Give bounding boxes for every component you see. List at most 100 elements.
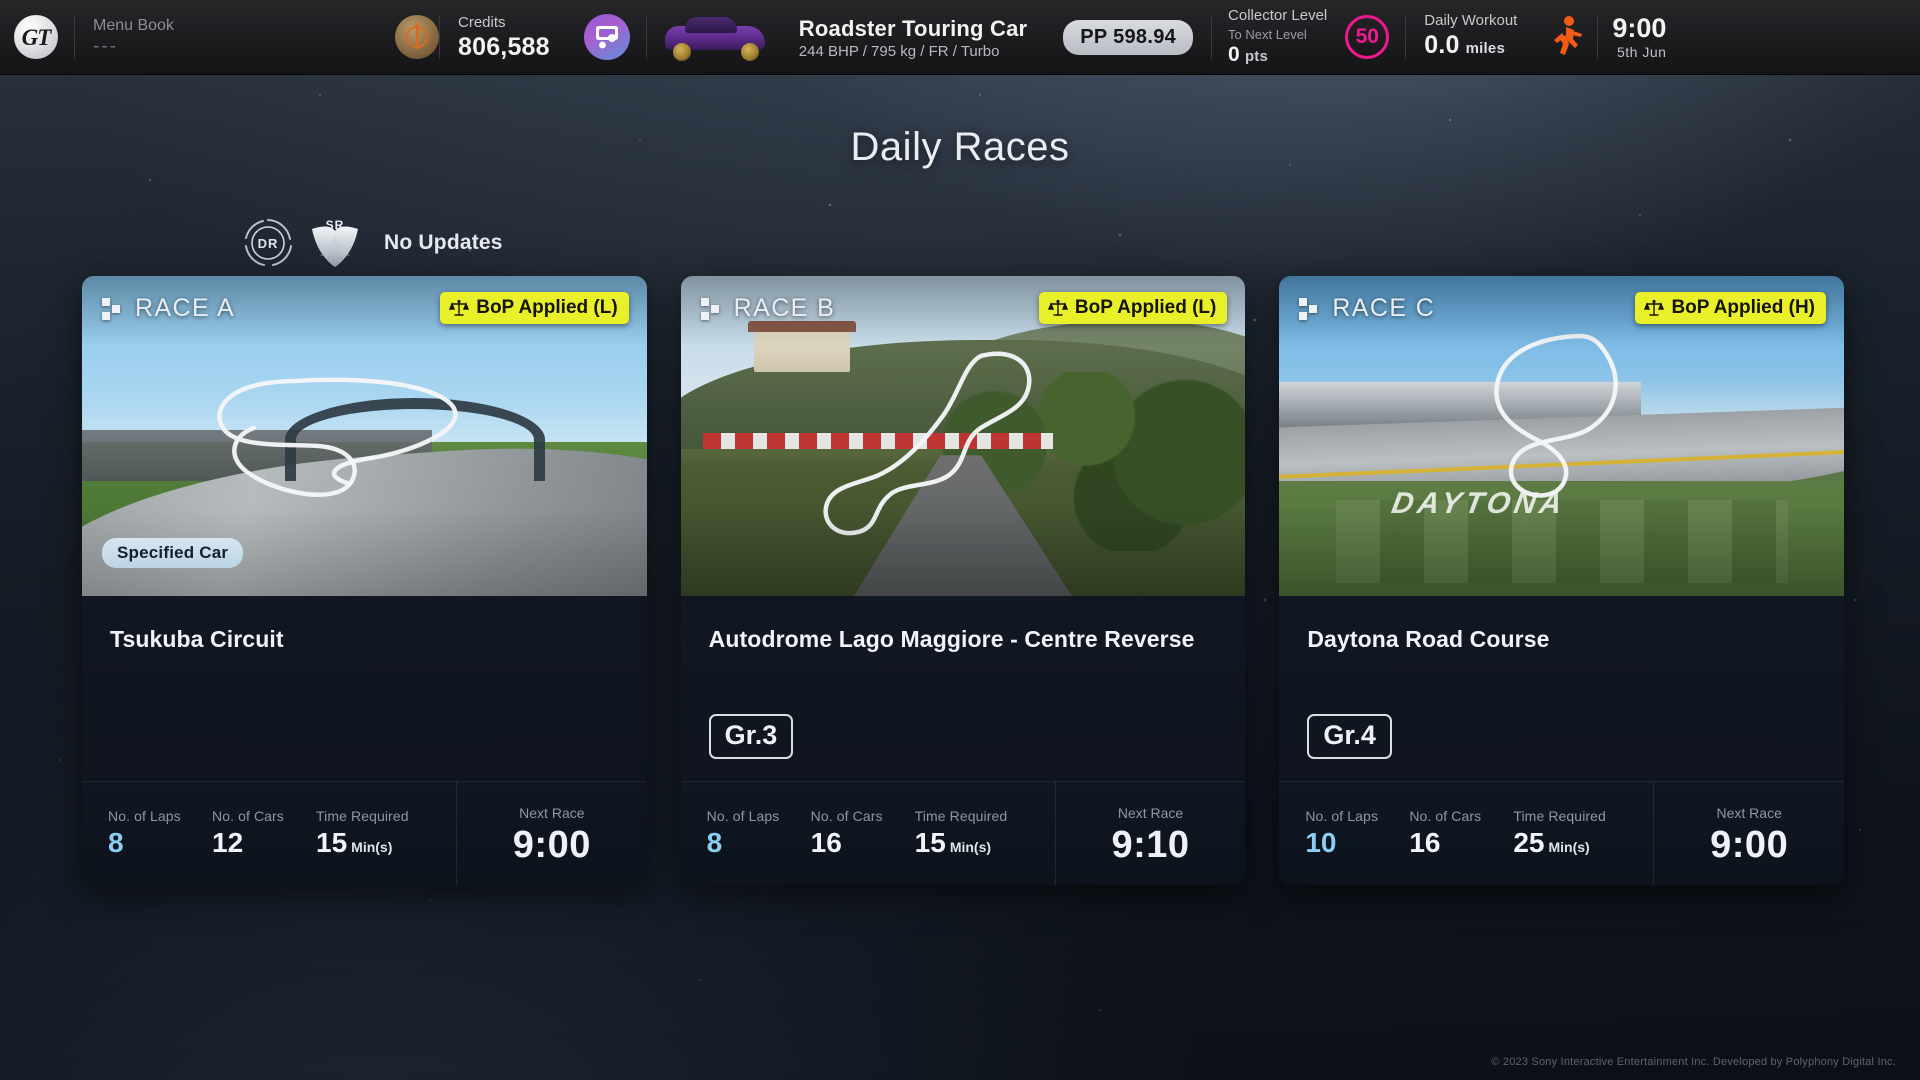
time-label: Time Required <box>1513 807 1606 824</box>
next-race-label: Next Race <box>1716 804 1782 821</box>
race-c-cars: No. of Cars 16 <box>1409 805 1507 863</box>
cars-label: No. of Cars <box>1409 807 1482 824</box>
laps-label: No. of Laps <box>108 807 181 824</box>
race-c-bop-text: BoP Applied (H) <box>1671 297 1816 318</box>
runner-icon <box>1554 16 1583 55</box>
race-card-c[interactable]: DAYTONA RACE C BoP Applied (H) <box>1279 276 1845 885</box>
race-c-tag: RACE C <box>1299 294 1435 323</box>
car-specs: 244 BHP / 795 kg / FR / Turbo <box>798 43 1000 60</box>
credits-value: 806,588 <box>458 32 550 61</box>
race-c-laps: No. of Laps 10 <box>1305 805 1403 863</box>
race-card-b[interactable]: RACE B BoP Applied (L) Autodrome Lago Ma… <box>680 276 1246 885</box>
race-card-a[interactable]: RACE A BoP Applied (L) Specified Car Tsu… <box>82 276 647 885</box>
race-b-cars: No. of Cars 16 <box>811 805 909 863</box>
race-a-time: Time Required 15 Min(s) <box>316 805 456 863</box>
scales-icon <box>449 299 470 316</box>
time-value: 15 <box>914 826 946 858</box>
next-race-value: 9:10 <box>1111 823 1190 866</box>
top-status-bar: GT Menu Book --- Credits 806,588 Roadste… <box>0 0 1920 74</box>
divider <box>645 15 647 59</box>
clock-date: 5th Jun <box>1616 43 1667 60</box>
race-b-track-image: RACE B BoP Applied (L) <box>680 276 1246 596</box>
collector-points: 0 <box>1228 42 1240 66</box>
gt-logo-icon[interactable]: GT <box>14 15 58 59</box>
menu-book-item[interactable]: Menu Book --- <box>75 16 375 58</box>
race-b-stats: No. of Laps 8 No. of Cars 16 Time Requir… <box>680 781 1246 885</box>
race-c-track-image: DAYTONA RACE C BoP Applied (H) <box>1279 276 1845 596</box>
scapes-gallery-button[interactable] <box>583 14 630 60</box>
collector-points-unit: pts <box>1244 47 1269 65</box>
daily-workout-value: 0.0 <box>1424 31 1460 59</box>
race-c-next-race: Next Race 9:00 <box>1653 782 1844 885</box>
current-car-item[interactable]: Roadster Touring Car 244 BHP / 795 kg / … <box>781 14 1046 60</box>
sr-label: SR <box>326 218 345 232</box>
race-a-laps: No. of Laps 8 <box>108 805 206 863</box>
laps-label: No. of Laps <box>706 807 780 824</box>
credits-item[interactable]: Credits 806,588 <box>440 13 568 62</box>
race-a-next-race: Next Race 9:00 <box>456 782 647 885</box>
race-c-time: Time Required 25 Min(s) <box>1513 805 1653 863</box>
daily-workout-label: Daily Workout <box>1424 12 1518 29</box>
time-label: Time Required <box>914 807 1008 824</box>
race-b-bop-badge: BoP Applied (L) <box>1038 292 1228 324</box>
race-a-tag: RACE A <box>102 294 235 323</box>
next-race-value: 9:00 <box>1710 823 1789 866</box>
laps-value: 10 <box>1305 826 1337 858</box>
menu-book-value: --- <box>93 36 118 57</box>
time-value: 15 <box>316 826 348 858</box>
laps-value: 8 <box>108 826 124 858</box>
race-c-label: RACE C <box>1332 294 1436 322</box>
race-blocks-icon <box>700 297 723 320</box>
collector-level-item[interactable]: Collector Level To Next Level 0 pts 50 <box>1212 6 1405 69</box>
race-blocks-icon <box>1299 297 1321 320</box>
time-label: Time Required <box>316 807 409 824</box>
scales-icon <box>1047 299 1068 316</box>
collector-level-ring: 50 <box>1345 15 1390 59</box>
race-a-cars: No. of Cars 12 <box>212 805 310 863</box>
race-c-group-badge: Gr.4 <box>1307 714 1392 759</box>
driver-rating-row: DR SR No Updates <box>240 215 503 271</box>
daily-races-list: RACE A BoP Applied (L) Specified Car Tsu… <box>82 276 1845 885</box>
cars-label: No. of Cars <box>212 807 284 824</box>
cars-label: No. of Cars <box>810 807 883 824</box>
dr-label: DR <box>258 236 279 251</box>
collector-level-label: Collector Level <box>1228 6 1328 24</box>
copyright-footer: © 2023 Sony Interactive Entertainment In… <box>1491 1056 1896 1068</box>
race-blocks-icon <box>102 297 124 320</box>
race-b-tag: RACE B <box>700 294 836 323</box>
race-a-label: RACE A <box>135 294 236 322</box>
next-race-label: Next Race <box>1117 804 1184 821</box>
race-b-time: Time Required 15 Min(s) <box>915 805 1055 863</box>
pp-badge: PP 598.94 <box>1063 19 1194 55</box>
race-a-bop-text: BoP Applied (L) <box>476 297 618 318</box>
cars-value: 12 <box>212 826 244 858</box>
cars-value: 16 <box>810 826 842 858</box>
scales-icon <box>1644 299 1665 316</box>
dr-rating-icon[interactable]: DR <box>240 215 296 271</box>
time-unit: Min(s) <box>1548 838 1590 855</box>
menu-book-label: Menu Book <box>93 17 174 34</box>
race-b-label: RACE B <box>733 294 836 322</box>
laps-label: No. of Laps <box>1305 807 1379 824</box>
collector-next-level-label: To Next Level <box>1228 26 1307 42</box>
race-a-track-image: RACE A BoP Applied (L) Specified Car <box>82 276 647 596</box>
laps-value: 8 <box>706 826 723 858</box>
credits-label: Credits <box>458 13 506 31</box>
race-c-track-name: Daytona Road Course <box>1307 626 1550 652</box>
race-a-bop-badge: BoP Applied (L) <box>440 292 629 324</box>
time-value: 25 <box>1513 826 1545 858</box>
next-race-label: Next Race <box>519 804 585 821</box>
race-b-laps: No. of Laps 8 <box>707 805 805 863</box>
daily-workout-item[interactable]: Daily Workout 0.0 miles <box>1406 11 1535 63</box>
race-a-body: Tsukuba Circuit <box>82 596 647 781</box>
gallery-icon <box>595 26 618 49</box>
race-b-group-badge: Gr.3 <box>708 714 794 759</box>
race-b-bop-text: BoP Applied (L) <box>1074 297 1217 318</box>
cars-value: 16 <box>1409 826 1441 858</box>
clock-time: 9:00 <box>1612 12 1667 43</box>
current-car-thumbnail[interactable] <box>657 10 775 64</box>
sr-rating-icon[interactable]: SR <box>310 215 360 271</box>
race-a-stats: No. of Laps 8 No. of Cars 12 Time Requir… <box>82 781 647 885</box>
race-b-next-race: Next Race 9:10 <box>1054 782 1246 885</box>
rating-status-text: No Updates <box>384 231 503 254</box>
